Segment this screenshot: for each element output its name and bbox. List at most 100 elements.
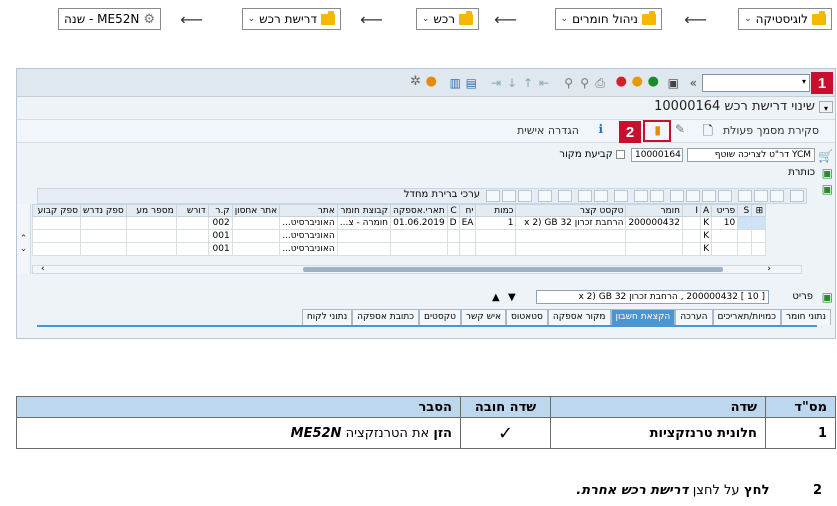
scroll-left-icon[interactable]: ‹ [41, 264, 45, 274]
table-cell[interactable]: האוניברסיט... [279, 242, 338, 256]
table-cell[interactable] [515, 242, 627, 256]
horizontal-scrollbar[interactable]: ‹ › [32, 264, 802, 274]
item-down-icon[interactable]: ▼ [508, 291, 516, 305]
export-icon[interactable] [594, 190, 608, 202]
row-selector[interactable] [751, 229, 767, 243]
grid-details-icon[interactable] [738, 190, 752, 202]
table-cell[interactable]: EA [458, 216, 477, 230]
table-cell[interactable]: 001 [207, 229, 233, 243]
sort-asc-icon[interactable] [718, 190, 732, 202]
info-icon[interactable]: ℹ [598, 122, 603, 136]
scroll-thumb[interactable] [303, 267, 723, 272]
previous-page-icon[interactable]: ↑ [523, 76, 533, 90]
back-icon[interactable]: ● [648, 75, 659, 89]
table-cell[interactable]: K [699, 242, 713, 256]
layout-icon[interactable] [578, 190, 592, 202]
tab-status[interactable]: סטאטוס [506, 309, 548, 325]
table-cell[interactable]: האוניברסיט... [279, 229, 338, 243]
column-header[interactable]: טקסט קצר [515, 204, 627, 217]
first-page-icon[interactable]: ⇤ [539, 76, 549, 90]
column-header[interactable]: אתר [279, 204, 338, 217]
exit-icon[interactable]: ● [632, 75, 643, 89]
tab-texts[interactable]: טקסטים [419, 309, 461, 325]
table-cell[interactable]: 001 [207, 242, 233, 256]
default-values-button[interactable]: ערכי ברירת מחדל [404, 189, 480, 200]
graphic-icon[interactable] [558, 190, 572, 202]
overview-button[interactable]: סקירת מסמך פעולת [723, 124, 819, 137]
column-header[interactable]: ק.ר [207, 204, 233, 217]
scroll-down-icon[interactable]: ⌄ [17, 244, 30, 254]
table-cell[interactable] [737, 229, 753, 243]
table-cell[interactable] [80, 229, 127, 243]
column-header[interactable]: יח [458, 204, 477, 217]
tab-account-assignment[interactable]: הקצאת חשבון [610, 309, 676, 325]
sort-desc-icon[interactable] [702, 190, 716, 202]
table-cell[interactable] [390, 242, 448, 256]
table-cell[interactable] [475, 242, 517, 256]
tab-quantities-dates[interactable]: כמויות/תאריכים [712, 309, 782, 325]
subtotal-icon[interactable] [634, 190, 648, 202]
new-document-icon[interactable]: 🗋 [703, 122, 713, 144]
tab-source-of-supply[interactable]: מקור אספקה [547, 309, 611, 325]
column-header[interactable]: קבוצת חומר [336, 204, 392, 217]
table-cell[interactable] [125, 229, 177, 243]
table-cell[interactable]: 200000432 [625, 216, 683, 230]
print-icon[interactable] [614, 190, 628, 202]
chevron-down-icon[interactable]: ▾ [802, 77, 806, 86]
expand-header-icon[interactable]: ▣ [822, 166, 833, 180]
row-selector[interactable] [751, 242, 767, 256]
item-up-icon[interactable]: ▲ [492, 291, 500, 305]
command-field[interactable]: ▾ [702, 74, 810, 92]
column-header[interactable]: אתר אחסון [231, 204, 281, 217]
column-header[interactable]: ⊞ [751, 204, 767, 217]
double-chevron-icon[interactable]: « [690, 76, 697, 90]
column-header[interactable]: מספר מע [125, 204, 177, 217]
table-cell[interactable] [682, 242, 701, 256]
table-cell[interactable] [711, 242, 739, 256]
table-cell[interactable] [125, 242, 177, 256]
print-icon[interactable]: ⎙ [595, 76, 605, 90]
source-checkbox[interactable] [616, 149, 625, 159]
table-cell[interactable] [625, 242, 683, 256]
table-cell[interactable] [446, 242, 460, 256]
info-icon[interactable] [538, 190, 552, 202]
column-header[interactable]: ספק נדרש [80, 204, 127, 217]
table-cell[interactable] [446, 229, 460, 243]
filter-icon[interactable] [670, 190, 684, 202]
table-cell[interactable] [80, 216, 127, 230]
tab-material-data[interactable]: נתוני חומר [781, 309, 831, 325]
column-header[interactable]: כמות [475, 204, 517, 217]
next-page-icon[interactable]: ↓ [507, 76, 517, 90]
expand-items-icon[interactable]: ▣ [822, 182, 833, 196]
table-cell[interactable] [80, 242, 127, 256]
last-page-icon[interactable]: ⇥ [491, 76, 501, 90]
table-cell[interactable]: 002 [207, 216, 233, 230]
table-cell[interactable] [737, 242, 753, 256]
table-cell[interactable]: 1 [475, 216, 517, 230]
split-icon[interactable] [518, 190, 532, 202]
table-cell[interactable] [336, 229, 392, 243]
find-icon[interactable]: ⚲ [580, 76, 589, 90]
table-cell[interactable] [682, 216, 701, 230]
edit-icon[interactable]: ✎ [675, 122, 685, 136]
vertical-scrollbar[interactable]: ⌃ ⌄ [17, 204, 31, 274]
help-icon[interactable]: ● [426, 75, 437, 89]
table-cell[interactable]: K [699, 216, 713, 230]
table-cell[interactable] [682, 229, 701, 243]
scroll-up-icon[interactable]: ⌃ [17, 234, 30, 244]
find-next-icon[interactable]: ⚲ [564, 76, 573, 90]
source-determination[interactable]: קביעת מקור [559, 149, 625, 160]
table-cell[interactable] [711, 229, 739, 243]
column-header[interactable]: חומר [625, 204, 683, 217]
scroll-right-icon[interactable]: › [767, 264, 771, 274]
document-type-select[interactable]: YCM דר"ט לצריכה שוטף [687, 148, 815, 162]
table-cell[interactable] [32, 216, 81, 230]
item-select[interactable]: [ 10 ] 200000432 , הרחבת זכרון 32 x 2) G… [536, 290, 769, 304]
find-icon[interactable] [686, 190, 700, 202]
tab-customer-data[interactable]: נתוני לקוח [301, 309, 353, 325]
table-cell[interactable] [336, 242, 392, 256]
table-cell[interactable] [737, 216, 753, 230]
table-cell[interactable]: K [699, 229, 713, 243]
menu-icon[interactable]: ▾ [819, 101, 833, 113]
tab-valuation[interactable]: הערכה [675, 309, 713, 325]
